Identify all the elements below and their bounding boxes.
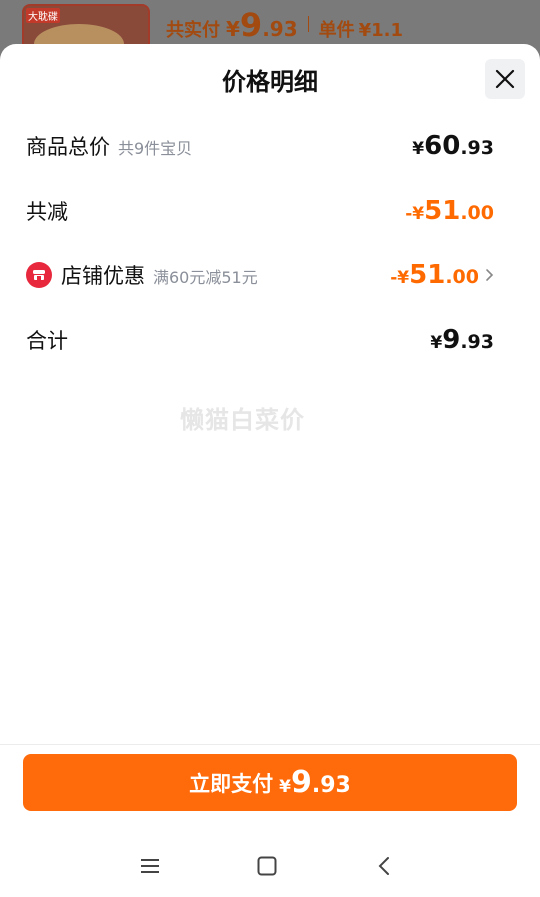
pay-now-label: 立即支付 [189, 771, 274, 796]
total-paid-dec: .93 [262, 17, 298, 41]
sum-label: 合计 [26, 329, 68, 353]
amount-int: 51 [424, 196, 461, 226]
currency: ¥ [430, 333, 443, 353]
watermark-text: 懒猫白菜价 [180, 406, 305, 434]
unit-price: ¥1.1 [358, 20, 404, 41]
back-icon [378, 857, 389, 875]
amount-int: 9 [290, 765, 312, 800]
amount-int: 51 [409, 260, 446, 290]
discount-total-row: 共减 -¥ 51 .00 [26, 191, 494, 231]
menu-button[interactable] [133, 849, 167, 883]
shop-coupon-row[interactable]: 店铺优惠 满60元减51元 -¥ 51 .00 [26, 255, 494, 295]
currency: ¥ [279, 777, 291, 797]
amount-int: 60 [424, 131, 461, 161]
amount-dec: .93 [460, 137, 494, 159]
home-button[interactable] [250, 849, 284, 883]
divider [307, 16, 309, 32]
thumbnail-tag: 大耽碟 [26, 8, 60, 23]
currency: -¥ [405, 204, 425, 224]
back-button[interactable] [367, 849, 401, 883]
amount-dec: .00 [460, 202, 494, 224]
close-button[interactable] [485, 59, 525, 99]
shop-icon [26, 262, 52, 288]
total-paid-label: 共实付 [166, 20, 220, 41]
close-icon [495, 69, 515, 89]
pay-amount: ¥ 9 .93 [279, 765, 351, 800]
amount-int: 9 [442, 325, 461, 355]
unit-label: 单件 [318, 20, 355, 41]
sum-amount: ¥ 9 .93 [430, 325, 494, 355]
system-navbar [0, 841, 540, 891]
sum-row: 合计 ¥ 9 .93 [26, 320, 494, 360]
currency: ¥ [412, 139, 425, 159]
chevron-right-icon [486, 269, 494, 281]
amount-dec: .93 [460, 331, 494, 353]
item-count: 共9件宝贝 [118, 139, 193, 158]
amount-dec: .00 [445, 266, 479, 288]
home-icon [257, 856, 277, 876]
discount-total-label: 共减 [26, 200, 68, 224]
discount-total-amount: -¥ 51 .00 [405, 196, 494, 226]
goods-total-label: 商品总价 [26, 135, 110, 159]
currency: -¥ [390, 268, 410, 288]
total-paid-currency: ¥ [226, 17, 240, 41]
price-detail-sheet: 价格明细 商品总价 共9件宝贝 ¥ 60 .93 共减 -¥ 51 .00 店铺… [0, 44, 540, 897]
shop-coupon-label: 店铺优惠 [61, 264, 145, 288]
sheet-title: 价格明细 [222, 68, 318, 96]
footer-divider [0, 744, 540, 745]
total-paid-int: 9 [239, 6, 263, 44]
pay-now-button[interactable]: 立即支付 ¥ 9 .93 [23, 754, 517, 811]
goods-total-amount: ¥ 60 .93 [412, 131, 494, 161]
background-price-line: 共实付 ¥ 9 .93 单件 ¥1.1 [166, 6, 404, 44]
amount-dec: .93 [311, 773, 351, 798]
menu-icon [141, 859, 159, 873]
goods-total-row: 商品总价 共9件宝贝 ¥ 60 .93 [26, 126, 494, 166]
shop-coupon-amount: -¥ 51 .00 [390, 260, 479, 290]
coupon-rule: 满60元减51元 [153, 268, 258, 287]
